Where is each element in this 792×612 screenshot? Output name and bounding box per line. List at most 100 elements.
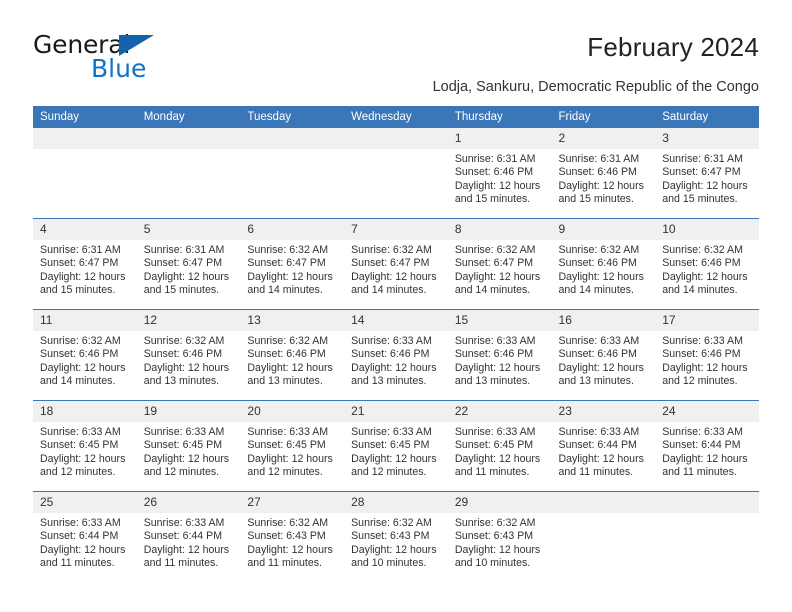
- daylight-text-line2: and 12 minutes.: [351, 466, 427, 479]
- day-number: 9: [551, 219, 656, 240]
- calendar-week-row: 11 Sunrise: 6:32 AM Sunset: 6:46 PM Dayligh…: [33, 309, 759, 401]
- day-number: 29: [447, 492, 552, 513]
- calendar-day-cell[interactable]: 26 Sunrise: 6:33 AM Sunset: 6:44 PM Dayligh…: [136, 491, 241, 582]
- calendar-day-cell[interactable]: 25 Sunrise: 6:33 AM Sunset: 6:44 PM Dayligh…: [33, 491, 137, 582]
- calendar-day-cell[interactable]: 19 Sunrise: 6:33 AM Sunset: 6:45 PM Dayligh…: [136, 400, 241, 492]
- sunset-text: Sunset: 6:45 PM: [247, 439, 326, 452]
- daylight-text-line2: and 13 minutes.: [351, 375, 427, 388]
- day-cell-inner: 28 Sunrise: 6:32 AM Sunset: 6:43 PM Dayligh…: [344, 492, 448, 582]
- page-header: General Blue February 2024 Lodja, Sankur…: [0, 0, 792, 95]
- daylight-text-line1: Daylight: 12 hours: [351, 361, 437, 374]
- calendar-day-cell[interactable]: 28 Sunrise: 6:32 AM Sunset: 6:43 PM Dayligh…: [344, 491, 448, 582]
- calendar-day-cell[interactable]: 7 Sunrise: 6:32 AM Sunset: 6:47 PM Daylight…: [344, 218, 448, 310]
- sunset-text: Sunset: 6:46 PM: [662, 257, 741, 270]
- day-details: Sunrise: 6:32 AM Sunset: 6:46 PM Daylight:…: [33, 331, 137, 389]
- page-title: February 2024: [587, 32, 759, 62]
- sunset-text: Sunset: 6:46 PM: [558, 166, 637, 179]
- calendar-day-cell[interactable]: 14 Sunrise: 6:33 AM Sunset: 6:46 PM Dayligh…: [344, 309, 448, 401]
- calendar-day-cell[interactable]: 22 Sunrise: 6:33 AM Sunset: 6:45 PM Dayligh…: [447, 400, 552, 492]
- calendar-day-cell[interactable]: 5 Sunrise: 6:31 AM Sunset: 6:47 PM Daylight…: [136, 218, 241, 310]
- daylight-text-line1: Daylight: 12 hours: [40, 361, 126, 374]
- daylight-text-line2: and 13 minutes.: [558, 375, 634, 388]
- calendar-day-cell[interactable]: 8 Sunrise: 6:32 AM Sunset: 6:47 PM Daylight…: [447, 218, 552, 310]
- day-number: 3: [655, 128, 759, 149]
- logo-word-general: General: [33, 32, 233, 58]
- daylight-text-line1: Daylight: 12 hours: [143, 270, 230, 283]
- day-details: Sunrise: 6:31 AM Sunset: 6:47 PM Daylight:…: [655, 149, 759, 207]
- day-cell-inner: 29 Sunrise: 6:32 AM Sunset: 6:43 PM Dayligh…: [447, 492, 552, 582]
- calendar-day-cell[interactable]: 2 Sunrise: 6:31 AM Sunset: 6:46 PM Daylight…: [551, 128, 656, 219]
- calendar-day-cell[interactable]: 29 Sunrise: 6:32 AM Sunset: 6:43 PM Dayligh…: [447, 491, 552, 582]
- calendar-day-cell[interactable]: 4 Sunrise: 6:31 AM Sunset: 6:47 PM Daylight…: [33, 218, 137, 310]
- day-cell-inner: 4 Sunrise: 6:31 AM Sunset: 6:47 PM Daylight…: [33, 219, 137, 309]
- daylight-text-line1: Daylight: 12 hours: [143, 361, 230, 374]
- sunset-text: Sunset: 6:45 PM: [40, 439, 119, 452]
- calendar-day-cell[interactable]: 16 Sunrise: 6:33 AM Sunset: 6:46 PM Dayligh…: [551, 309, 656, 401]
- sunrise-text: Sunrise: 6:31 AM: [143, 244, 225, 256]
- sunset-text: Sunset: 6:44 PM: [558, 439, 637, 452]
- calendar-day-cell[interactable]: 13 Sunrise: 6:32 AM Sunset: 6:46 PM Dayligh…: [240, 309, 345, 401]
- calendar-day-cell[interactable]: 6 Sunrise: 6:32 AM Sunset: 6:47 PM Daylight…: [240, 218, 345, 310]
- calendar-day-cell[interactable]: 10 Sunrise: 6:32 AM Sunset: 6:46 PM Dayligh…: [655, 218, 759, 310]
- day-cell-inner: 6 Sunrise: 6:32 AM Sunset: 6:47 PM Daylight…: [240, 219, 345, 309]
- day-cell-inner: 21 Sunrise: 6:33 AM Sunset: 6:45 PM Dayligh…: [344, 401, 448, 491]
- day-cell-inner: 20 Sunrise: 6:33 AM Sunset: 6:45 PM Dayligh…: [240, 401, 345, 491]
- day-details: Sunrise: 6:32 AM Sunset: 6:47 PM Daylight:…: [240, 240, 344, 298]
- general-blue-logo[interactable]: General Blue: [33, 32, 233, 81]
- calendar-day-cell[interactable]: 12 Sunrise: 6:32 AM Sunset: 6:46 PM Dayligh…: [136, 309, 241, 401]
- day-number: 20: [240, 401, 345, 422]
- sunrise-text: Sunrise: 6:33 AM: [454, 335, 536, 347]
- weekday-header-monday: Monday: [136, 106, 241, 128]
- sunrise-text: Sunrise: 6:32 AM: [454, 244, 536, 256]
- calendar-header-row: Sunday Monday Tuesday Wednesday Thursday…: [33, 106, 759, 128]
- calendar-day-cell[interactable]: 23 Sunrise: 6:33 AM Sunset: 6:44 PM Dayligh…: [551, 400, 656, 492]
- daylight-text-line2: and 10 minutes.: [351, 557, 427, 570]
- calendar-day-cell[interactable]: 11 Sunrise: 6:32 AM Sunset: 6:46 PM Dayligh…: [33, 309, 137, 401]
- day-details: Sunrise: 6:32 AM Sunset: 6:47 PM Daylight:…: [344, 240, 448, 298]
- sunrise-text: Sunrise: 6:33 AM: [662, 426, 743, 438]
- sunset-text: Sunset: 6:47 PM: [454, 257, 534, 270]
- calendar-day-cell[interactable]: 27 Sunrise: 6:32 AM Sunset: 6:43 PM Dayligh…: [240, 491, 345, 582]
- sunrise-text: Sunrise: 6:32 AM: [351, 517, 432, 529]
- daylight-text-line2: and 14 minutes.: [558, 284, 634, 297]
- day-cell-inner: 13 Sunrise: 6:32 AM Sunset: 6:46 PM Dayligh…: [240, 310, 345, 400]
- day-cell-inner: 1 Sunrise: 6:31 AM Sunset: 6:46 PM Daylight…: [447, 128, 552, 218]
- day-cell-inner: 9 Sunrise: 6:32 AM Sunset: 6:46 PM Daylight…: [551, 219, 656, 309]
- day-details: Sunrise: 6:32 AM Sunset: 6:46 PM Daylight:…: [655, 240, 759, 298]
- day-cell-inner: 11 Sunrise: 6:32 AM Sunset: 6:46 PM Dayligh…: [33, 310, 137, 400]
- sunrise-text: Sunrise: 6:33 AM: [558, 426, 640, 438]
- calendar-day-cell[interactable]: 20 Sunrise: 6:33 AM Sunset: 6:45 PM Dayligh…: [240, 400, 345, 492]
- daylight-text-line1: Daylight: 12 hours: [454, 543, 541, 556]
- calendar-day-cell[interactable]: 17 Sunrise: 6:33 AM Sunset: 6:46 PM Dayligh…: [655, 309, 759, 401]
- day-cell-inner: 25 Sunrise: 6:33 AM Sunset: 6:44 PM Dayligh…: [33, 492, 137, 582]
- logo-triangle-icon: [119, 35, 154, 56]
- calendar-day-cell[interactable]: 9 Sunrise: 6:32 AM Sunset: 6:46 PM Daylight…: [551, 218, 656, 310]
- calendar-day-cell[interactable]: 18 Sunrise: 6:33 AM Sunset: 6:45 PM Dayligh…: [33, 400, 137, 492]
- sunrise-text: Sunrise: 6:31 AM: [558, 153, 640, 165]
- logo-general-text: General: [33, 30, 131, 59]
- calendar-day-cell[interactable]: 3 Sunrise: 6:31 AM Sunset: 6:47 PM Daylight…: [655, 128, 759, 219]
- sunrise-text: Sunrise: 6:33 AM: [247, 426, 329, 438]
- daylight-text-line2: and 11 minutes.: [247, 557, 323, 570]
- day-cell-inner: 22 Sunrise: 6:33 AM Sunset: 6:45 PM Dayligh…: [447, 401, 552, 491]
- day-cell-inner: [136, 128, 241, 218]
- calendar-day-cell[interactable]: 21 Sunrise: 6:33 AM Sunset: 6:45 PM Dayligh…: [344, 400, 448, 492]
- calendar-week-row: 4 Sunrise: 6:31 AM Sunset: 6:47 PM Daylight…: [33, 218, 759, 310]
- daylight-text-line2: and 15 minutes.: [454, 193, 531, 206]
- day-cell-inner: 24 Sunrise: 6:33 AM Sunset: 6:44 PM Dayligh…: [655, 401, 759, 491]
- sunrise-text: Sunrise: 6:32 AM: [662, 244, 743, 256]
- calendar-day-cell[interactable]: 15 Sunrise: 6:33 AM Sunset: 6:46 PM Dayligh…: [447, 309, 552, 401]
- weekday-header-thursday: Thursday: [447, 106, 552, 128]
- weekday-header-friday: Friday: [551, 106, 656, 128]
- day-cell-inner: 5 Sunrise: 6:31 AM Sunset: 6:47 PM Daylight…: [136, 219, 241, 309]
- sunrise-text: Sunrise: 6:33 AM: [351, 335, 432, 347]
- calendar-day-cell[interactable]: 24 Sunrise: 6:33 AM Sunset: 6:44 PM Dayligh…: [655, 400, 759, 492]
- day-number: 6: [240, 219, 345, 240]
- sunrise-text: Sunrise: 6:33 AM: [40, 517, 121, 529]
- daylight-text-line1: Daylight: 12 hours: [454, 361, 541, 374]
- daylight-text-line2: and 12 minutes.: [247, 466, 323, 479]
- calendar-day-cell[interactable]: 1 Sunrise: 6:31 AM Sunset: 6:46 PM Daylight…: [447, 128, 552, 219]
- day-details: Sunrise: 6:33 AM Sunset: 6:44 PM Daylight:…: [552, 422, 656, 480]
- day-cell-inner: [240, 128, 345, 218]
- day-details: Sunrise: 6:32 AM Sunset: 6:46 PM Daylight:…: [137, 331, 241, 389]
